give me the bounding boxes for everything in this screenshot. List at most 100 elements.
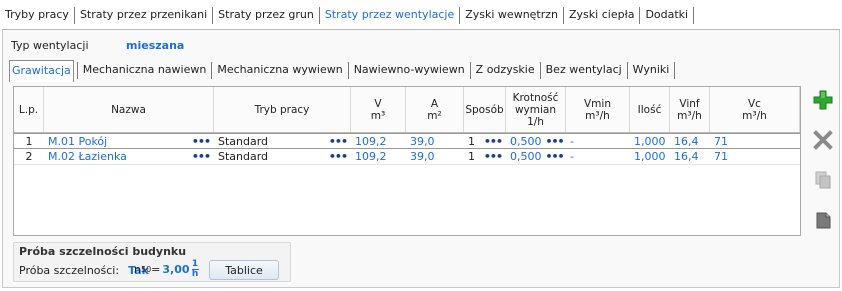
cell-a[interactable]: 39,0 xyxy=(406,134,464,148)
subtab-mechaniczna-wywiewna[interactable]: Mechaniczna wywiewn xyxy=(215,60,344,82)
n50-subscript: 50 xyxy=(140,265,152,274)
paste-icon xyxy=(816,212,831,229)
subtab-z-odzyskiem[interactable]: Z odzyskie xyxy=(474,60,537,82)
cell-mode[interactable]: Standard ••• xyxy=(214,149,351,164)
subtab-bez-wentylacji[interactable]: Bez wentylacj xyxy=(544,60,624,82)
cell-name[interactable]: M.02 Łazienka ••• xyxy=(44,149,214,164)
cell-method[interactable]: 1 ••• xyxy=(464,134,506,148)
n50-unit: 1 h xyxy=(191,259,199,279)
col-header-lp-label: L.p. xyxy=(18,103,39,116)
col-header-vc-unit: m³/h xyxy=(742,109,767,122)
cell-qty[interactable]: 1,000 xyxy=(630,134,670,148)
cell-name-value: M.01 Pokój xyxy=(48,134,108,148)
n50-display: n 50 = 3,00 1 h xyxy=(134,260,199,279)
cell-vinf[interactable]: 16,4 xyxy=(670,149,710,164)
ventilation-type-label: Typ wentylacji xyxy=(11,39,89,52)
n50-unit-numerator: 1 xyxy=(191,259,199,269)
delete-row-button[interactable] xyxy=(811,128,835,152)
cell-name[interactable]: M.01 Pokój ••• xyxy=(44,134,214,148)
n50-symbol: n xyxy=(134,263,141,276)
tab-separator xyxy=(76,62,78,79)
col-header-rate-line1: Krotność xyxy=(512,91,559,104)
cell-mode[interactable]: Standard ••• xyxy=(214,134,351,148)
cell-vc[interactable]: 71 xyxy=(710,149,800,164)
cell-rate[interactable]: 0,500 ••• xyxy=(506,134,566,148)
ventilation-type-row: Typ wentylacji mieszana xyxy=(11,39,184,52)
tab-straty-grunt[interactable]: Straty przez grun xyxy=(215,4,317,29)
tab-zyski-ciepla[interactable]: Zyski ciepła xyxy=(566,4,637,29)
cell-v[interactable]: 109,2 xyxy=(351,134,406,148)
paste-row-button[interactable] xyxy=(811,208,835,232)
col-header-mode[interactable]: Tryb pracy xyxy=(214,87,351,132)
cell-vmin[interactable]: - xyxy=(566,134,630,148)
cell-vc[interactable]: 71 xyxy=(710,134,800,148)
tab-separator xyxy=(347,62,349,79)
cell-lp: 1 xyxy=(25,134,33,148)
tab-separator xyxy=(73,7,75,24)
cell-method-value: 1 xyxy=(468,134,475,148)
tab-straty-przenikanie[interactable]: Straty przez przenikani xyxy=(77,4,210,29)
tab-straty-wentylacja[interactable]: Straty przez wentylacje xyxy=(322,4,457,29)
tab-separator xyxy=(318,7,320,24)
tab-separator xyxy=(459,7,461,24)
col-header-method[interactable]: Sposób xyxy=(464,87,506,132)
tab-separator xyxy=(539,62,541,79)
ellipsis-button[interactable]: ••• xyxy=(192,150,211,163)
col-header-rate-line2: wymian xyxy=(514,103,557,116)
airtightness-group: Próba szczelności budynku Próba szczelno… xyxy=(13,242,291,282)
col-header-a[interactable]: Am² xyxy=(406,87,464,132)
airtightness-title: Próba szczelności budynku xyxy=(19,245,187,258)
col-header-vmin[interactable]: Vmin m³/h xyxy=(566,87,630,132)
col-header-vmin-label: Vmin xyxy=(584,97,611,110)
copy-row-button[interactable] xyxy=(811,168,835,192)
cell-a[interactable]: 39,0 xyxy=(406,149,464,164)
col-header-v-unit: m³ xyxy=(370,109,386,122)
ventilation-panel: Typ wentylacji mieszana Grawitacja Mecha… xyxy=(2,30,840,288)
ellipsis-button[interactable]: ••• xyxy=(546,135,565,148)
tab-separator xyxy=(212,7,214,24)
col-header-name[interactable]: Nazwa xyxy=(44,87,214,132)
subtab-mechaniczna-nawiewna[interactable]: Mechaniczna nawiewn xyxy=(81,60,209,82)
col-header-rate[interactable]: Krotność wymian 1/h xyxy=(506,87,566,132)
table-row[interactable]: 1 M.01 Pokój ••• Standard ••• 109,2 39,0 1… xyxy=(14,133,800,149)
ventilation-sub-tab-bar: Grawitacja Mechaniczna nawiewn Mechanicz… xyxy=(9,60,678,82)
ellipsis-button[interactable]: ••• xyxy=(546,150,565,163)
subtab-grawitacja[interactable]: Grawitacja xyxy=(9,60,74,82)
tab-separator xyxy=(211,62,213,79)
cell-v[interactable]: 109,2 xyxy=(351,149,406,164)
cell-mode-value: Standard xyxy=(218,150,269,163)
n50-value[interactable]: 3,00 xyxy=(162,263,189,276)
tab-separator xyxy=(469,62,471,79)
cell-vmin[interactable]: - xyxy=(566,149,630,164)
cell-vinf[interactable]: 16,4 xyxy=(670,134,710,148)
tab-zyski-wewnetrzne[interactable]: Zyski wewnętrzn xyxy=(462,4,561,29)
cell-rate[interactable]: 0,500 ••• xyxy=(506,149,566,164)
cell-method[interactable]: 1 ••• xyxy=(464,149,506,164)
col-header-rate-unit: 1/h xyxy=(527,115,544,128)
col-header-vinf[interactable]: Vinf m³/h xyxy=(670,87,710,132)
ellipsis-button[interactable]: ••• xyxy=(329,150,348,163)
ventilation-type-value[interactable]: mieszana xyxy=(126,39,184,52)
tab-separator xyxy=(563,7,565,24)
cell-rate-value: 0,500 xyxy=(510,150,542,163)
n50-equals: = xyxy=(151,263,161,276)
cell-qty[interactable]: 1,000 xyxy=(630,149,670,164)
subtab-nawiewno-wywiewna[interactable]: Nawiewno-wywiewn xyxy=(352,60,467,82)
col-header-vc[interactable]: Vc m³/h xyxy=(710,87,800,132)
col-header-lp[interactable]: L.p. xyxy=(14,87,44,132)
delete-icon xyxy=(813,130,833,150)
tab-dodatki[interactable]: Dodatki xyxy=(642,4,691,29)
col-header-v[interactable]: Vm³ xyxy=(351,87,406,132)
add-row-button[interactable] xyxy=(811,88,835,112)
table-row[interactable]: 2 M.02 Łazienka ••• Standard ••• 109,2 39,… xyxy=(14,149,800,165)
tables-button[interactable]: Tablice xyxy=(209,260,279,280)
ellipsis-button[interactable]: ••• xyxy=(192,135,211,148)
ellipsis-button[interactable]: ••• xyxy=(484,135,503,148)
subtab-wyniki[interactable]: Wyniki xyxy=(631,60,672,82)
ellipsis-button[interactable]: ••• xyxy=(329,135,348,148)
airtightness-label: Próba szczelności: xyxy=(19,264,120,277)
col-header-qty[interactable]: Ilość xyxy=(630,87,670,132)
tab-tryby-pracy[interactable]: Tryby pracy xyxy=(2,4,72,29)
add-icon xyxy=(813,90,833,110)
ellipsis-button[interactable]: ••• xyxy=(484,150,503,163)
